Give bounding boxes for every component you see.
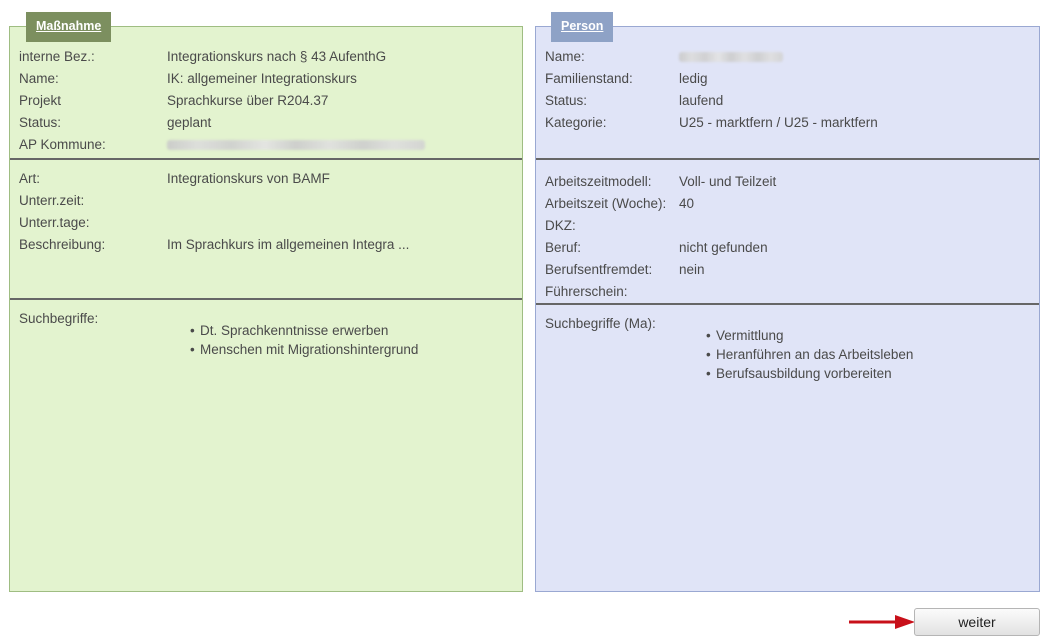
field-label: Kategorie:: [545, 115, 607, 130]
field-value: ledig: [679, 71, 708, 86]
field-label: Name:: [545, 49, 585, 64]
suchbegriffe-label: Suchbegriffe (Ma):: [545, 316, 656, 331]
person-row-arbeitszeitmodell: Arbeitszeitmodell: Voll- und Teilzeit: [545, 171, 1033, 193]
field-label: Arbeitszeit (Woche):: [545, 196, 667, 211]
field-label: interne Bez.:: [19, 49, 95, 64]
field-value: Im Sprachkurs im allgemeinen Integra ...: [167, 237, 410, 252]
person-row-arbeitszeit: Arbeitszeit (Woche): 40: [545, 193, 1033, 215]
suchbegriffe-list: • Dt. Sprachkenntnisse erwerben • Menschen…: [190, 321, 418, 359]
field-label: Name:: [19, 71, 59, 86]
arrow-right-icon: [849, 615, 915, 629]
field-label: Berufsentfremdet:: [545, 262, 653, 277]
person-row-name: Name:: [545, 46, 1033, 68]
list-item: • Menschen mit Migrationshintergrund: [190, 342, 419, 357]
field-value: U25 - marktfern / U25 - marktfern: [679, 115, 878, 130]
redacted-value: [679, 46, 783, 69]
list-item: • Dt. Sprachkenntnisse erwerben: [190, 323, 389, 338]
massnahme-panel: interne Bez.: Integrationskurs nach § 43…: [9, 26, 523, 592]
field-label: Unterr.zeit:: [19, 193, 85, 208]
massnahme-row-status: Status: geplant: [19, 112, 516, 134]
person-row-berufsentfremdet: Berufsentfremdet: nein: [545, 259, 1033, 281]
field-label: DKZ:: [545, 218, 576, 233]
person-row-status: Status: laufend: [545, 90, 1033, 112]
massnahme-basic-section: interne Bez.: Integrationskurs nach § 43…: [10, 46, 522, 158]
list-item: • Berufsausbildung vorbereiten: [706, 366, 892, 381]
person-row-fuehrerschein: Führerschein:: [545, 281, 1033, 303]
massnahme-row-interne-bez: interne Bez.: Integrationskurs nach § 43…: [19, 46, 516, 68]
field-label: Arbeitszeitmodell:: [545, 174, 652, 189]
field-value: Integrationskurs von BAMF: [167, 171, 330, 186]
section-divider: [10, 158, 522, 160]
massnahme-suchbegriffe-section: Suchbegriffe: • Dt. Sprachkenntnisse erwe…: [10, 308, 522, 568]
person-row-kategorie: Kategorie: U25 - marktfern / U25 - markt…: [545, 112, 1033, 134]
massnahme-details-section: Art: Integrationskurs von BAMF Unterr.ze…: [10, 168, 522, 288]
person-panel: Name: Familienstand: ledig Status: laufe…: [535, 26, 1040, 592]
field-label: Führerschein:: [545, 284, 628, 299]
list-item: • Vermittlung: [706, 328, 784, 343]
field-value: Voll- und Teilzeit: [679, 174, 777, 189]
bullet-icon: •: [190, 342, 195, 357]
field-value: laufend: [679, 93, 724, 108]
field-label: Beruf:: [545, 240, 582, 255]
bullet-icon: •: [706, 347, 711, 362]
massnahme-row-unterr-zeit: Unterr.zeit:: [19, 190, 516, 212]
field-label: Familienstand:: [545, 71, 633, 86]
massnahme-row-unterr-tage: Unterr.tage:: [19, 212, 516, 234]
field-label: AP Kommune:: [19, 137, 106, 152]
suchbegriffe-label: Suchbegriffe:: [19, 311, 99, 326]
field-value: Sprachkurse über R204.37: [167, 93, 329, 108]
section-divider: [536, 303, 1039, 305]
field-value: geplant: [167, 115, 212, 130]
field-label: Projekt: [19, 93, 62, 108]
suchbegriffe-list: • Vermittlung • Heranführen an das Arbeits…: [706, 326, 913, 383]
weiter-button[interactable]: weiter: [914, 608, 1040, 636]
bullet-icon: •: [706, 328, 711, 343]
tab-massnahme[interactable]: Maßnahme: [26, 12, 112, 42]
list-item: • Heranführen an das Arbeitsleben: [706, 347, 914, 362]
person-row-beruf: Beruf: nicht gefunden: [545, 237, 1033, 259]
field-label: Art:: [19, 171, 41, 186]
field-value: 40: [679, 196, 695, 211]
person-details-section: Arbeitszeitmodell: Voll- und Teilzeit Ar…: [536, 171, 1039, 303]
person-row-familienstand: Familienstand: ledig: [545, 68, 1033, 90]
field-label: Beschreibung:: [19, 237, 106, 252]
person-basic-section: Name: Familienstand: ledig Status: laufe…: [536, 46, 1039, 136]
massnahme-row-art: Art: Integrationskurs von BAMF: [19, 168, 516, 190]
bullet-icon: •: [190, 323, 195, 338]
massnahme-row-ap-kommune: AP Kommune:: [19, 134, 516, 156]
field-label: Status:: [545, 93, 588, 108]
massnahme-row-name: Name: IK: allgemeiner Integrationskurs: [19, 68, 516, 90]
field-value: nein: [679, 262, 705, 277]
tab-person[interactable]: Person: [551, 12, 614, 42]
redacted-value: [167, 134, 425, 157]
field-value: Integrationskurs nach § 43 AufenthG: [167, 49, 387, 64]
bullet-icon: •: [706, 366, 711, 381]
massnahme-row-beschreibung: Beschreibung: Im Sprachkurs im allgemein…: [19, 234, 516, 256]
person-suchbegriffe-section: Suchbegriffe (Ma): • Vermittlung • Heranfü…: [536, 313, 1039, 573]
field-value: IK: allgemeiner Integrationskurs: [167, 71, 357, 86]
massnahme-row-projekt: Projekt Sprachkurse über R204.37: [19, 90, 516, 112]
field-value: nicht gefunden: [679, 240, 768, 255]
field-label: Status:: [19, 115, 62, 130]
field-label: Unterr.tage:: [19, 215, 90, 230]
section-divider: [10, 298, 522, 300]
section-divider: [536, 158, 1039, 160]
person-row-dkz: DKZ:: [545, 215, 1033, 237]
